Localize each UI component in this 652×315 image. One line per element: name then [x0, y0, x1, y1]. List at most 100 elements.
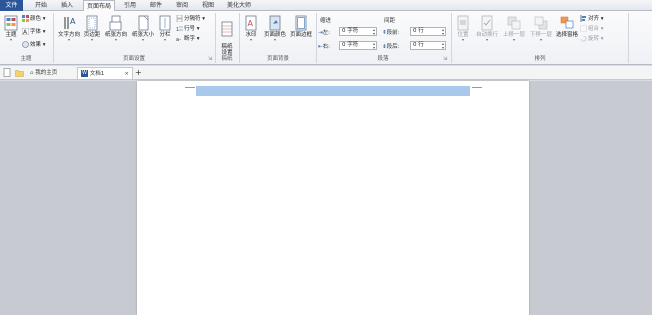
orientation-button[interactable]: 纸张方向 ▾ — [103, 15, 129, 42]
indent-left-label: ⇥左: — [318, 28, 330, 36]
theme-fonts-button[interactable]: A 字体 ▾ — [22, 28, 46, 36]
page-setup-group-label: 页面设置 — [122, 56, 145, 62]
indent-left-input[interactable]: 0 字符 ▴ ▾ — [339, 27, 377, 36]
page-color-icon — [269, 15, 281, 31]
indent-left-value: 0 字符 — [342, 28, 359, 34]
group-divider — [628, 13, 629, 63]
draft-group-label: 稿纸 — [221, 56, 233, 62]
spacing-after-input[interactable]: 0 行 ▴ ▾ — [410, 41, 446, 50]
position-button[interactable]: 位置 ▾ — [453, 15, 473, 42]
breaks-button[interactable]: 分隔符 ▾ — [176, 15, 205, 23]
spacing-before-input[interactable]: 0 行 ▴ ▾ — [410, 27, 446, 36]
document-page[interactable] — [137, 81, 529, 315]
text-direction-button[interactable]: A 文字方向 ▾ — [56, 15, 82, 42]
add-tab-button[interactable]: + — [135, 67, 142, 79]
hyphenation-button[interactable]: a- 断字 ▾ — [176, 35, 200, 43]
theme-colors-label: 颜色 — [30, 16, 42, 22]
align-button[interactable]: 对齐 ▾ — [580, 15, 604, 23]
indent-right-value: 0 字符 — [342, 42, 359, 48]
page-size-icon — [138, 15, 149, 31]
selection-pane-button[interactable]: 选择窗格 — [554, 15, 580, 38]
send-backward-button[interactable]: 下移一层 ▾ — [528, 15, 554, 42]
group-objects-button[interactable]: 组合 ▾ — [580, 25, 604, 33]
text-direction-icon: A — [64, 17, 76, 29]
size-button[interactable]: 纸张大小 ▾ — [130, 15, 156, 42]
group-objects-label: 组合 — [588, 26, 600, 32]
page-borders-label: 页面边框 — [289, 32, 312, 38]
document-tabs-bar: ⌂ 我的主页 W 文档1 × + — [0, 66, 652, 80]
svg-text:A: A — [248, 19, 254, 28]
effects-icon — [22, 41, 29, 48]
margins-button[interactable]: 页边距 ▾ — [82, 15, 102, 42]
new-document-icon[interactable] — [3, 67, 11, 79]
tab-home[interactable]: 开始 — [30, 0, 52, 11]
document-tab-label: 文档1 — [89, 71, 105, 77]
page-borders-icon — [295, 15, 307, 31]
open-folder-icon[interactable] — [15, 67, 24, 79]
home-page-tab[interactable]: ⌂ 我的主页 — [30, 67, 57, 79]
dialog-launcher-icon[interactable]: ⇲ — [208, 56, 212, 62]
theme-colors-button[interactable]: 颜色 ▾ — [22, 15, 46, 23]
rotate-icon — [580, 35, 587, 42]
chevron-down-icon: ▾ — [67, 37, 70, 42]
tab-insert[interactable]: 插入 — [57, 0, 77, 11]
bring-forward-button[interactable]: 上移一层 ▾ — [501, 15, 527, 42]
indent-right-input[interactable]: 0 字符 ▴ ▾ — [339, 41, 377, 50]
chevron-down-icon: ▾ — [485, 37, 488, 42]
draft-paper-settings-button[interactable]: 稿纸 设置 — [218, 15, 236, 56]
spacing-before-label-text: 段前: — [386, 30, 400, 36]
paragraph-group-label: 段落 — [377, 56, 389, 62]
tab-view[interactable]: 视图 — [198, 0, 218, 11]
line-numbers-icon: 1 — [176, 26, 183, 32]
document-tab-doc1[interactable]: W 文档1 × — [77, 67, 133, 79]
tab-beautify-master[interactable]: 美化大师 — [224, 0, 254, 11]
dialog-launcher-icon[interactable]: ⇲ — [443, 56, 447, 62]
tab-references[interactable]: 引用 — [120, 0, 140, 11]
selection-pane-icon — [560, 16, 574, 29]
word-doc-icon: W — [81, 70, 88, 77]
watermark-button[interactable]: A 水印 ▾ — [242, 15, 260, 42]
arrange-group-label: 排列 — [534, 56, 546, 62]
chevron-down-icon: ▾ — [9, 37, 12, 42]
selected-text-highlight[interactable] — [196, 86, 470, 96]
tab-file[interactable]: 文件 — [0, 0, 23, 11]
page-color-button[interactable]: 页面颜色 ▾ — [262, 15, 288, 42]
spin-arrows-icon[interactable]: ▴ ▾ — [442, 42, 444, 50]
selection-pane-label: 选择窗格 — [555, 32, 578, 38]
corner-mark — [472, 87, 482, 88]
rotate-label: 旋转 — [588, 36, 600, 42]
ribbon: 主题 ▾ 颜色 ▾ A 字体 ▾ 效果 ▾ 主题 A 文字方向 ▾ 页边距 ▾ … — [0, 11, 652, 65]
theme-fonts-label: 字体 — [30, 29, 42, 35]
spin-arrows-icon[interactable]: ▴ ▾ — [373, 28, 375, 36]
spin-arrows-icon[interactable]: ▴ ▾ — [373, 42, 375, 50]
wrap-text-button[interactable]: 自动换行 ▾ — [474, 15, 500, 42]
document-workspace — [0, 81, 652, 315]
color-palette-icon — [22, 15, 29, 22]
tab-review[interactable]: 审阅 — [172, 0, 192, 11]
home-page-label: 我的主页 — [35, 70, 58, 76]
chevron-down-icon: ▾ — [249, 37, 252, 42]
spacing-after-label-text: 段后: — [386, 44, 400, 50]
chevron-down-icon: ▾ — [273, 37, 276, 42]
folder-icon — [15, 69, 24, 77]
group-objects-icon — [580, 25, 587, 32]
tab-mailings[interactable]: 邮件 — [146, 0, 166, 11]
themes-button[interactable]: 主题 ▾ — [2, 15, 20, 42]
rotate-button[interactable]: 旋转 ▾ — [580, 35, 604, 43]
spin-arrows-icon[interactable]: ▴ ▾ — [442, 28, 444, 36]
send-backward-icon — [534, 16, 548, 30]
page-background-group-label: 页面背景 — [266, 56, 289, 62]
indent-left-label-text: 左: — [322, 30, 330, 36]
svg-text:A: A — [70, 17, 76, 26]
theme-effects-button[interactable]: 效果 ▾ — [22, 41, 46, 49]
line-numbers-button[interactable]: 1 行号 ▾ — [176, 25, 200, 33]
indent-right-label-text: 右: — [322, 44, 330, 50]
orientation-icon — [109, 15, 122, 31]
spacing-after-value: 0 行 — [413, 42, 424, 48]
close-tab-icon[interactable]: × — [124, 68, 129, 80]
page-borders-button[interactable]: 页面边框 — [288, 15, 314, 38]
columns-button[interactable]: 分栏 ▾ — [157, 15, 173, 42]
watermark-icon: A — [245, 15, 257, 31]
indent-right-label: ⇤右: — [318, 42, 330, 50]
corner-mark — [185, 87, 195, 88]
